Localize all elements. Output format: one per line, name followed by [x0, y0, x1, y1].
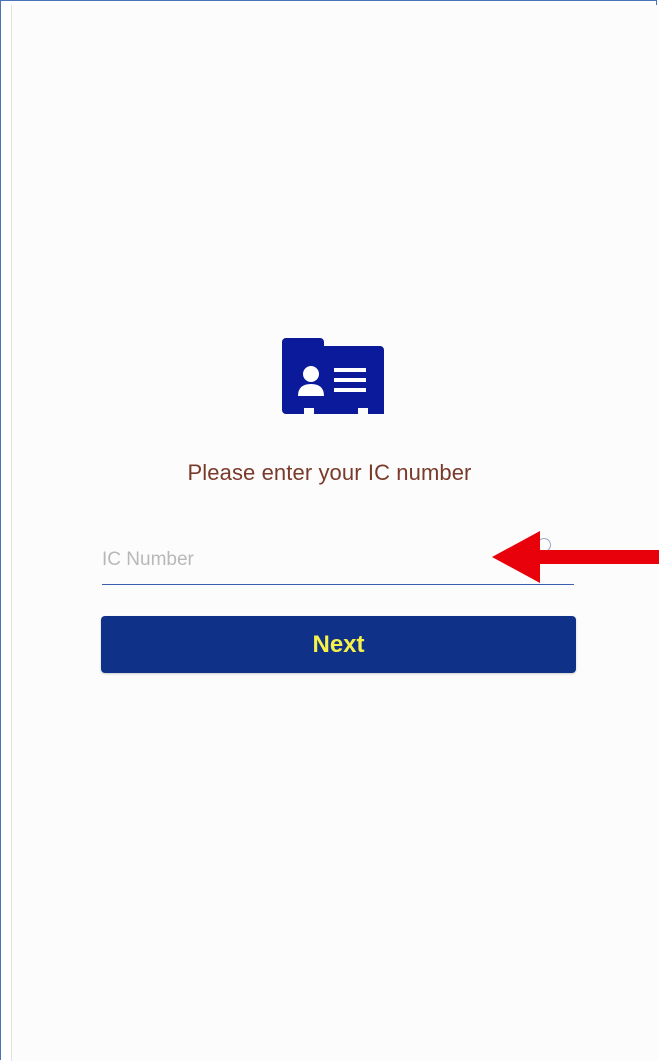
ic-number-prompt: Please enter your IC number	[187, 460, 472, 485]
id-card-icon	[282, 338, 384, 414]
next-button[interactable]: Next	[101, 616, 576, 673]
red-arrow-icon	[492, 531, 659, 583]
